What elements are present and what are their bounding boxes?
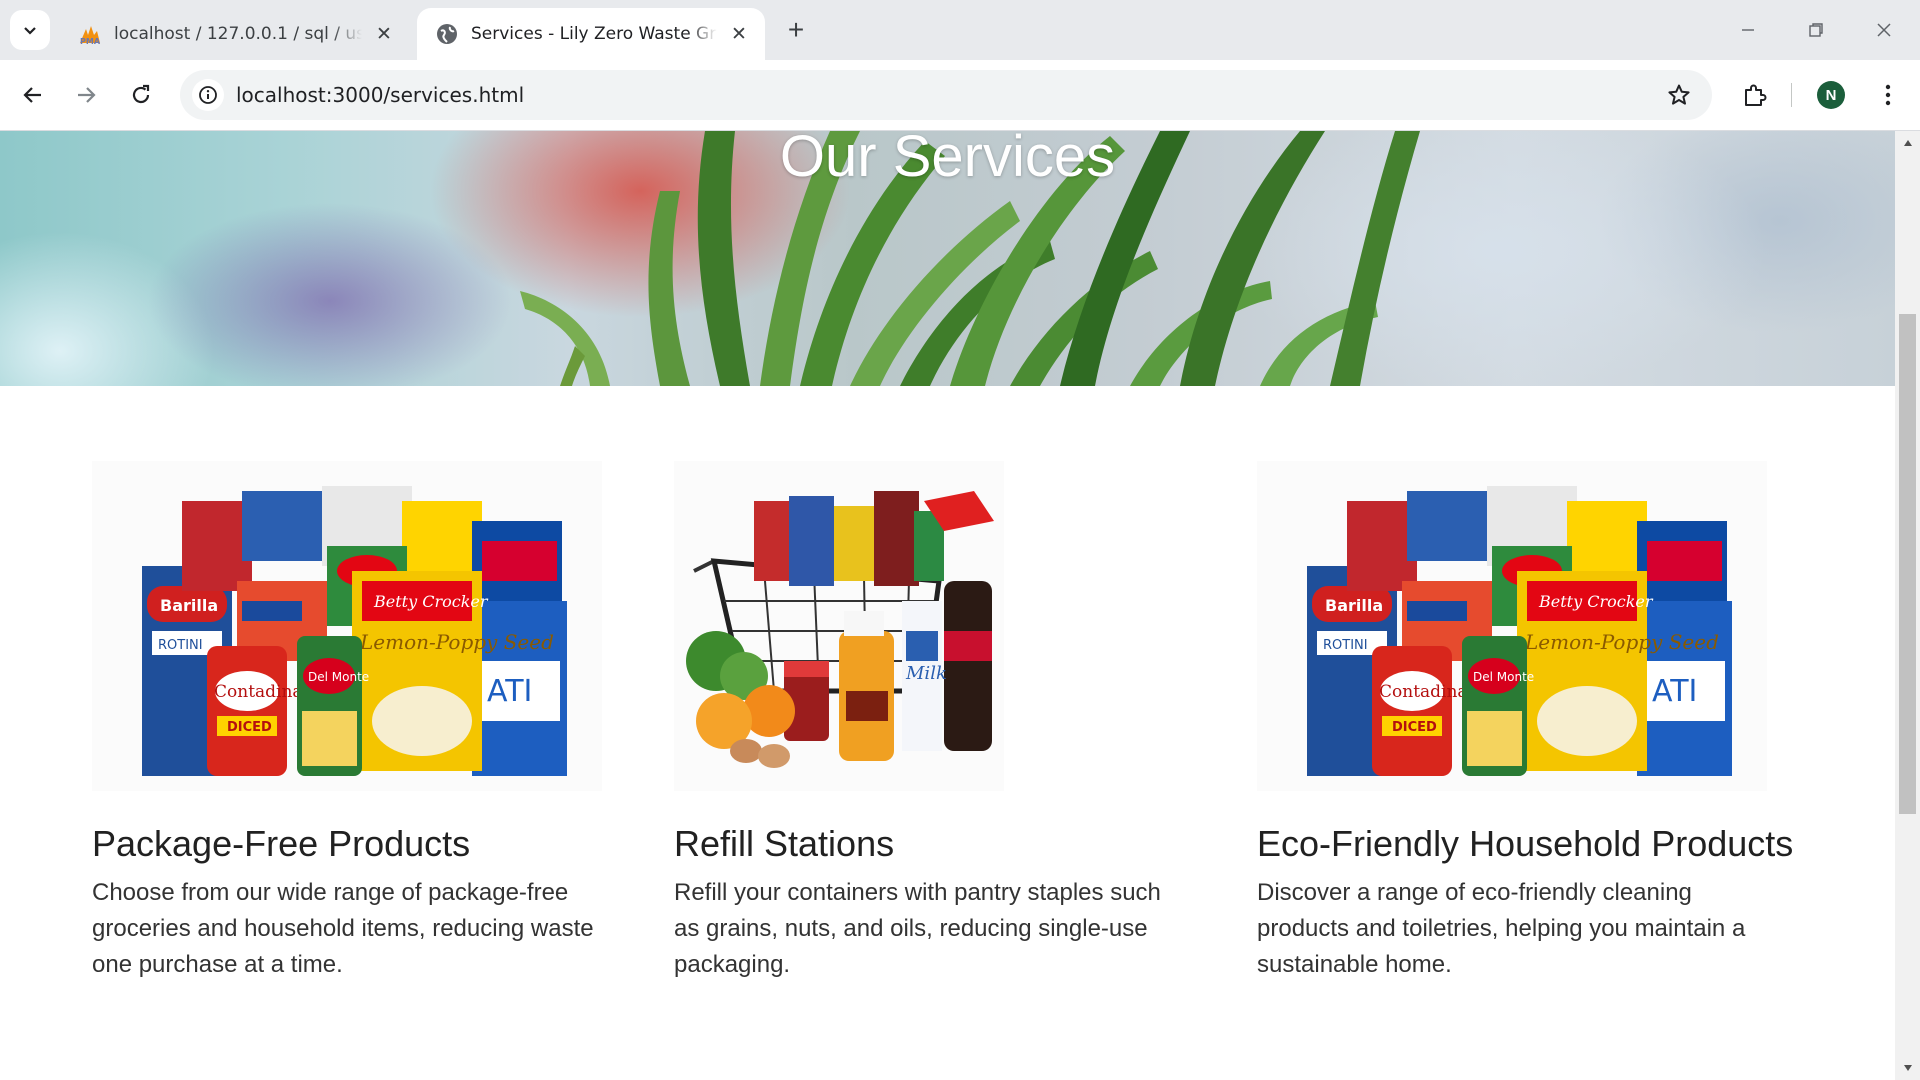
- svg-text:DICED: DICED: [227, 720, 272, 735]
- close-icon: [1877, 23, 1891, 37]
- restore-button[interactable]: [1794, 12, 1838, 48]
- svg-text:Betty Crocker: Betty Crocker: [373, 592, 489, 611]
- service-description: Choose from our wide range of package-fr…: [92, 879, 594, 978]
- hero-banner: Our Services: [0, 131, 1895, 386]
- grocery-cart-image: Milk: [674, 461, 1184, 791]
- arrow-right-icon: [78, 87, 96, 103]
- globe-icon: [435, 22, 459, 46]
- triangle-down-icon: [1903, 1065, 1912, 1071]
- arrow-left-icon: [23, 87, 41, 103]
- service-title: Package-Free Products: [92, 823, 471, 864]
- svg-text:Del Monte: Del Monte: [308, 670, 369, 684]
- minimize-button[interactable]: [1726, 12, 1770, 48]
- scrollbar-thumb[interactable]: [1899, 314, 1916, 814]
- svg-text:Betty Crocker: Betty Crocker: [1538, 592, 1654, 611]
- info-icon: [199, 86, 217, 104]
- grocery-products-image: Barilla ROTINI ATI Betty Crocker Lemon-P…: [92, 461, 602, 791]
- toolbar-separator: [1791, 83, 1792, 107]
- page-scrollbar[interactable]: [1895, 131, 1920, 1080]
- site-info-button[interactable]: [192, 79, 224, 111]
- reload-icon: [132, 84, 150, 104]
- close-window-button[interactable]: [1862, 12, 1906, 48]
- bookmark-button[interactable]: [1664, 80, 1694, 110]
- close-tab-icon[interactable]: ✕: [727, 22, 751, 46]
- svg-text:Contadina: Contadina: [214, 682, 303, 702]
- url-text: localhost:3000/services.html: [236, 83, 525, 107]
- triangle-up-icon: [1903, 140, 1912, 146]
- svg-text:Del Monte: Del Monte: [1473, 670, 1534, 684]
- svg-text:Barilla: Barilla: [1325, 596, 1383, 615]
- svg-text:ROTINI: ROTINI: [1323, 638, 1368, 653]
- tab-strip: PMA localhost / 127.0.0.1 / sql / user ✕…: [0, 0, 1920, 60]
- back-button[interactable]: [13, 75, 53, 115]
- service-title: Refill Stations: [674, 823, 895, 864]
- tab-title: Services - Lily Zero Waste Groce: [471, 24, 717, 44]
- extensions-button[interactable]: [1735, 75, 1775, 115]
- svg-text:DICED: DICED: [1392, 720, 1437, 735]
- scroll-up-button[interactable]: [1895, 133, 1920, 153]
- forward-button[interactable]: [66, 75, 106, 115]
- star-icon: [1668, 84, 1690, 105]
- svg-text:Barilla: Barilla: [160, 596, 218, 615]
- svg-text:ATI: ATI: [487, 674, 532, 709]
- scroll-down-button[interactable]: [1895, 1058, 1920, 1078]
- restore-icon: [1809, 23, 1823, 37]
- minimize-icon: [1742, 29, 1754, 31]
- reload-button[interactable]: [121, 75, 161, 115]
- svg-text:Contadina: Contadina: [1379, 682, 1468, 702]
- svg-text:ATI: ATI: [1652, 674, 1697, 709]
- service-card-refill-stations: Milk Refill Stations Refill your contain…: [674, 461, 1184, 978]
- svg-text:Lemon-Poppy Seed: Lemon-Poppy Seed: [359, 630, 554, 654]
- browser-toolbar: localhost:3000/services.html N: [0, 60, 1920, 131]
- profile-avatar[interactable]: N: [1817, 81, 1845, 109]
- grocery-products-image: Barilla ROTINI ATI Betty Crocker Lemon-P…: [1257, 461, 1767, 791]
- svg-text:Lemon-Poppy Seed: Lemon-Poppy Seed: [1524, 630, 1719, 654]
- more-vertical-icon: [1885, 84, 1891, 106]
- phpmyadmin-icon: PMA: [78, 22, 102, 46]
- chevron-down-icon: [24, 27, 36, 35]
- page-title: Our Services: [779, 131, 1116, 189]
- browser-menu-button[interactable]: [1870, 75, 1906, 115]
- service-description: Discover a range of eco-friendly cleanin…: [1257, 879, 1746, 978]
- new-tab-button[interactable]: +: [780, 14, 812, 46]
- svg-text:ROTINI: ROTINI: [158, 638, 203, 653]
- service-card-package-free: Barilla ROTINI ATI Betty Crocker Lemon-P…: [92, 461, 602, 978]
- service-title: Eco-Friendly Household Products: [1257, 823, 1794, 864]
- svg-text:Milk: Milk: [905, 663, 947, 684]
- close-tab-icon[interactable]: ✕: [372, 22, 396, 46]
- page-viewport: Our Services Barilla ROTINI ATI Betty Cr…: [0, 131, 1895, 1080]
- service-description: Refill your containers with pantry stapl…: [674, 879, 1161, 978]
- tab-phpmyadmin[interactable]: PMA localhost / 127.0.0.1 / sql / user ✕: [60, 8, 410, 60]
- tab-title: localhost / 127.0.0.1 / sql / user: [114, 24, 362, 44]
- svg-text:PMA: PMA: [80, 37, 101, 45]
- tab-search-button[interactable]: [10, 10, 50, 50]
- service-card-eco-friendly: Barilla ROTINI ATI Betty Crocker Lemon-P…: [1257, 461, 1793, 978]
- tab-services[interactable]: Services - Lily Zero Waste Groce ✕: [417, 8, 765, 60]
- address-bar[interactable]: localhost:3000/services.html: [180, 70, 1712, 120]
- puzzle-icon: [1745, 84, 1767, 106]
